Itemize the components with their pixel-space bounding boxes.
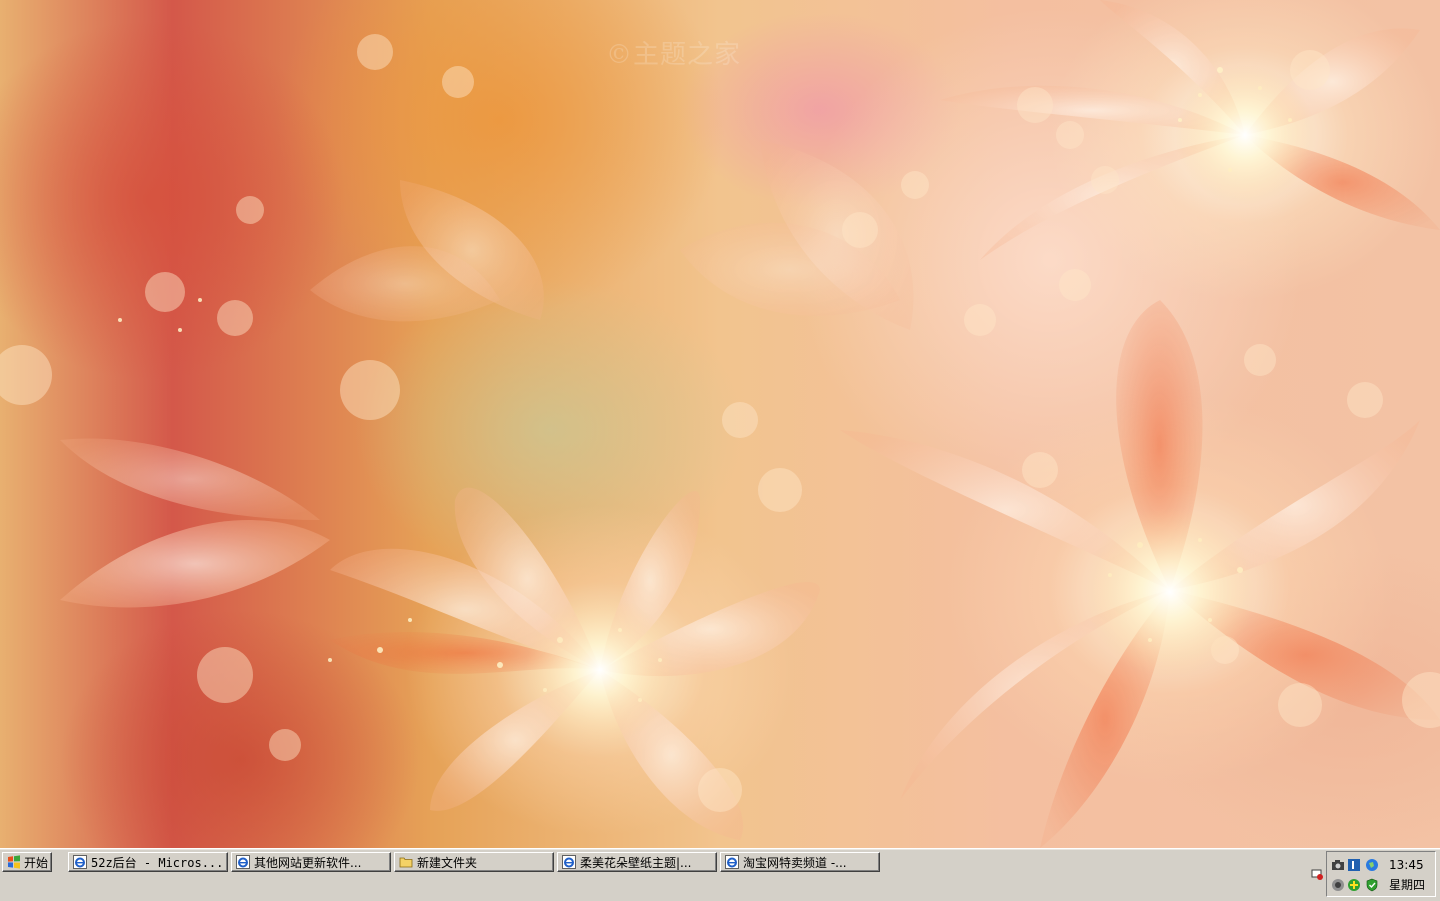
start-button[interactable]: 开始	[2, 852, 52, 872]
folder-icon	[399, 857, 413, 868]
flower-glow-right	[1085, 507, 1255, 677]
network-status-icon[interactable]	[1310, 867, 1324, 881]
globe-icon[interactable]	[1365, 858, 1379, 872]
flower-glow-top-right	[1175, 65, 1315, 205]
taskbar-window-new-folder[interactable]: 新建文件夹	[394, 852, 554, 872]
taskbar-window-label: 其他网站更新软件...	[254, 855, 362, 870]
windows-logo-icon	[8, 855, 20, 869]
taskbar: 开始 52z后台 - Micros... 其他网站更新软件... 新建文件夹 柔…	[0, 848, 1440, 901]
taskbar-window-label: 52z后台 - Micros...	[91, 855, 223, 870]
camera-icon[interactable]	[1331, 858, 1345, 872]
taskbar-window-label: 新建文件夹	[417, 855, 478, 870]
security-shield-icon[interactable]	[1365, 878, 1379, 892]
shield-plus-icon[interactable]	[1347, 878, 1361, 892]
speaker-icon[interactable]	[1331, 878, 1345, 892]
taskbar-window-flower-theme[interactable]: 柔美花朵壁纸主题|...	[557, 852, 717, 872]
clock-time[interactable]: 13:45	[1389, 858, 1424, 872]
taskbar-window-label: 柔美花朵壁纸主题|...	[580, 855, 692, 870]
book-icon[interactable]	[1347, 858, 1361, 872]
taskbar-window-52z-admin[interactable]: 52z后台 - Micros...	[68, 852, 228, 872]
taskbar-window-label: 淘宝网特卖频道 -...	[743, 855, 847, 870]
system-tray: 13:45 星期四	[1326, 851, 1436, 897]
wallpaper-watermark: ©主题之家	[606, 40, 742, 70]
ie-icon	[562, 855, 576, 869]
ie-icon	[236, 855, 250, 869]
start-label: 开始	[24, 855, 49, 870]
ie-icon	[725, 855, 739, 869]
flower-glow-center	[525, 595, 675, 745]
ie-icon	[73, 855, 87, 869]
desktop-wallpaper: ©主题之家	[0, 0, 1440, 848]
taskbar-window-taobao[interactable]: 淘宝网特卖频道 -...	[720, 852, 880, 872]
clock-day[interactable]: 星期四	[1389, 876, 1425, 893]
flower-wallpaper-art	[0, 0, 1440, 848]
taskbar-window-other-sites[interactable]: 其他网站更新软件...	[231, 852, 391, 872]
